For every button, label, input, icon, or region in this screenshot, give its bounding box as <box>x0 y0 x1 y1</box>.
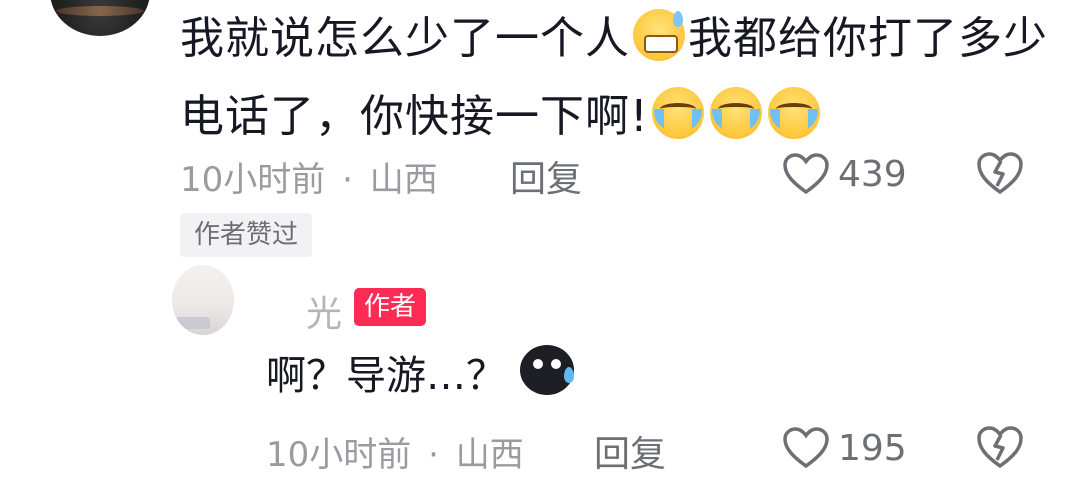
comment-time: 10小时前 <box>180 160 326 200</box>
broken-heart-icon <box>977 152 1023 195</box>
liked-by-author-badge: 作者赞过 <box>180 213 313 257</box>
like-button[interactable]: 439 <box>782 150 907 198</box>
author-username[interactable]: 光 <box>306 285 342 337</box>
crying-emoji-icon <box>767 87 820 139</box>
reply-location: 山西 <box>455 435 524 475</box>
comment-location: 山西 <box>369 160 438 200</box>
author-reply-body: 啊？导游…？ <box>266 353 506 399</box>
meta-separator: · <box>342 160 353 200</box>
heart-icon <box>783 427 829 469</box>
dislike-button[interactable] <box>976 150 1024 200</box>
reply-button[interactable]: 回复 <box>594 425 666 477</box>
commenter-avatar[interactable] <box>50 0 150 36</box>
comment-text-part1: 我就说怎么少了一个人 <box>180 13 630 64</box>
dislike-button[interactable] <box>976 424 1024 474</box>
author-reply-text: 啊？导游…？ <box>266 345 574 406</box>
comment-meta: 10小时前 · 山西 <box>180 152 438 201</box>
crying-emoji-icon <box>709 87 762 139</box>
reply-button[interactable]: 回复 <box>510 150 582 202</box>
dark-sweat-emoji-icon <box>520 345 574 395</box>
comment-text: 我就说怎么少了一个人 我都给你打了多少电话了，你快接一下啊! <box>180 0 1050 156</box>
author-badge: 作者 <box>354 288 427 326</box>
like-button[interactable]: 195 <box>782 424 907 472</box>
author-avatar[interactable] <box>172 265 234 335</box>
like-count: 195 <box>838 427 907 469</box>
heart-icon <box>783 153 829 195</box>
broken-heart-icon <box>977 426 1023 469</box>
like-count: 439 <box>838 153 907 195</box>
crying-emoji-icon <box>651 87 704 139</box>
meta-separator: · <box>428 435 439 475</box>
reply-time: 10小时前 <box>266 435 412 475</box>
reply-meta: 10小时前 · 山西 <box>266 427 524 476</box>
grinning-sweat-emoji-icon <box>633 9 685 61</box>
